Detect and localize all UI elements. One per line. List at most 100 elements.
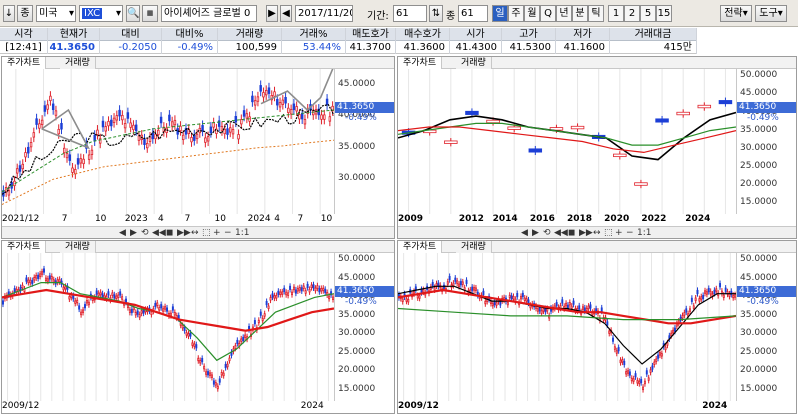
tab-price-chart[interactable]: 주가차트 — [2, 241, 47, 253]
chart-panel-daily[interactable]: 주가차트 거래량 45.0000 40.0000 35.0000 30.0000 41.36… — [1, 56, 395, 239]
price-axis: 50.000045.000040.000035.000030.000025.00… — [736, 69, 796, 214]
candle-body — [15, 168, 19, 174]
fit-icon[interactable]: ↔ — [593, 227, 601, 238]
quote-value-0: [12:41] — [0, 41, 48, 54]
price-axis-label: 50.0000 — [740, 254, 778, 265]
candle-body — [78, 305, 81, 310]
candle-body — [320, 114, 323, 120]
candle-body — [35, 118, 38, 125]
candle-body — [578, 305, 581, 310]
date-input[interactable]: 2017/11/20 — [295, 5, 353, 22]
interval-button-1[interactable]: 1 — [608, 5, 624, 22]
scroll-left-icon[interactable]: ◀ — [521, 227, 528, 238]
chart-panel-monthly[interactable]: 주가차트거래량50.000045.000040.000035.000030.00… — [1, 240, 395, 414]
search-icon[interactable]: 🔍 — [126, 5, 140, 22]
quote-header-6: 매도호가 — [346, 28, 396, 41]
ticker-input[interactable]: IXC ▾ — [79, 5, 123, 22]
tab-price-chart[interactable]: 주가차트 — [398, 57, 443, 69]
settings-icon[interactable]: ⇅ — [429, 5, 443, 22]
tab-volume[interactable]: 거래량 — [456, 241, 492, 253]
tools-button[interactable]: 도구▾ — [755, 5, 787, 22]
scroll-right-icon[interactable]: ▶ — [130, 227, 137, 238]
candle-body — [676, 111, 690, 116]
tab-volume[interactable]: 거래량 — [60, 241, 96, 253]
date-axis-label: 4 — [274, 214, 280, 224]
zoom-out-icon[interactable]: − — [224, 227, 232, 238]
candle-body — [85, 299, 88, 304]
down-arrow-button[interactable]: ↓ — [3, 5, 15, 22]
country-select[interactable]: 미국 ▾ — [36, 5, 76, 22]
candle-body — [643, 380, 646, 385]
fast-forward-icon[interactable]: ▶▶ — [177, 227, 191, 238]
quote-header-8: 시가 — [450, 28, 502, 41]
candle-body — [719, 283, 722, 288]
candle-body — [90, 149, 94, 155]
strategy-button[interactable]: 전략▾ — [720, 5, 752, 22]
tab-price-chart[interactable]: 주가차트 — [398, 241, 443, 253]
candle-body — [18, 165, 22, 172]
scroll-right-icon[interactable]: ▶ — [532, 227, 539, 238]
chart-panel-weekly[interactable]: 주가차트거래량50.000045.000040.000035.000030.00… — [397, 240, 797, 414]
calculator-icon[interactable]: ▦ — [142, 5, 158, 22]
undo-icon[interactable]: ⟲ — [543, 227, 551, 238]
candle-body — [173, 119, 177, 126]
candle-body — [318, 288, 321, 293]
fast-forward-icon[interactable]: ▶▶ — [579, 227, 593, 238]
stop-icon[interactable]: ◼ — [568, 227, 575, 238]
rewind-icon[interactable]: ◀◀ — [152, 227, 166, 238]
interval-button-15[interactable]: 15 — [656, 5, 672, 22]
play-icon[interactable]: ▶ — [266, 5, 278, 22]
chevron-down-icon: ▾ — [742, 8, 748, 19]
date-axis-label: 2024 — [247, 214, 271, 224]
timeframe-button-4[interactable]: 년 — [556, 5, 572, 22]
candle-body — [638, 380, 641, 385]
candle-body — [298, 114, 301, 120]
timeframe-button-2[interactable]: 월 — [524, 5, 540, 22]
chart-panel-yearly[interactable]: 주가차트 거래량 50.000045.000040.000035.000030.00… — [397, 56, 797, 239]
tab-volume[interactable]: 거래량 — [60, 57, 96, 69]
undo-icon[interactable]: ⟲ — [141, 227, 149, 238]
timeframe-button-1[interactable]: 주 — [508, 5, 524, 22]
candle-body — [156, 302, 159, 306]
candle-body — [619, 359, 622, 364]
candle-body — [228, 357, 231, 362]
candle-body — [565, 302, 568, 307]
candle-body — [245, 113, 249, 119]
stop-icon[interactable]: ◼ — [166, 227, 173, 238]
select-icon[interactable]: ⬚ — [604, 227, 613, 238]
tab-price-chart[interactable]: 주가차트 — [2, 57, 47, 69]
timeframe-button-6[interactable]: 틱 — [588, 5, 604, 22]
candle-body — [405, 298, 408, 302]
change-percent-tag: -0.49% — [345, 112, 377, 123]
zoom-in-icon[interactable]: + — [615, 227, 623, 238]
count-input[interactable]: 61 — [458, 5, 488, 22]
rewind-icon[interactable]: ◀◀ — [554, 227, 568, 238]
candle-body — [495, 302, 498, 306]
zoom-in-icon[interactable]: + — [213, 227, 221, 238]
candle-body — [283, 287, 286, 292]
fit-icon[interactable]: ↔ — [191, 227, 199, 238]
timeframe-button-0[interactable]: 일 — [492, 5, 508, 22]
interval-button-2[interactable]: 2 — [624, 5, 640, 22]
select-icon[interactable]: ⬚ — [202, 227, 211, 238]
interval-button-5[interactable]: 5 — [640, 5, 656, 22]
timeframe-button-3[interactable]: Q — [540, 5, 556, 22]
price-axis-label: 30.0000 — [740, 328, 778, 339]
scroll-left-icon[interactable]: ◀ — [119, 227, 126, 238]
candle-body — [674, 327, 676, 332]
period-input[interactable]: 61 — [393, 5, 427, 22]
candle-body — [608, 330, 611, 334]
back-icon[interactable]: ◀ — [280, 5, 292, 22]
candle-body — [542, 308, 545, 312]
candle-body — [164, 306, 167, 310]
candle-body — [660, 353, 663, 357]
market-button[interactable]: 종 — [17, 5, 33, 22]
candle-body — [287, 107, 290, 114]
candle-body — [138, 314, 141, 318]
candle-body — [140, 310, 143, 314]
tab-volume[interactable]: 거래량 — [456, 57, 492, 69]
timeframe-button-5[interactable]: 분 — [572, 5, 588, 22]
candle-body — [264, 90, 268, 96]
zoom-out-icon[interactable]: − — [626, 227, 634, 238]
date-axis-label: 2023 — [124, 214, 148, 224]
